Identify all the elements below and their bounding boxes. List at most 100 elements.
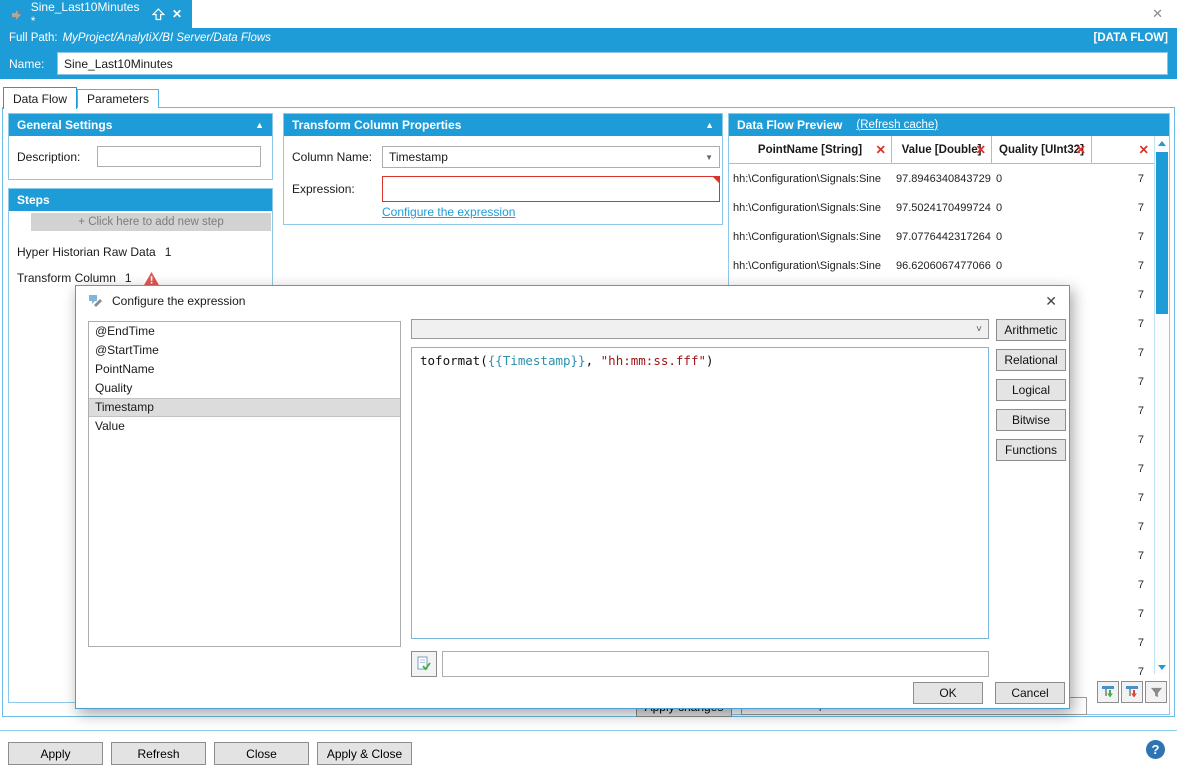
window-close-icon[interactable]: ✕ [1152,6,1163,22]
refresh-cache-link[interactable]: (Refresh cache) [856,119,938,131]
fields-list: @EndTime@StartTimePointNameQualityTimest… [88,321,401,647]
remove-column-icon[interactable]: ✕ [976,142,986,157]
configure-expression-icon [88,293,104,309]
expression-editor[interactable]: toformat({{Timestamp}}, "hh:mm:ss.fff") [411,347,989,639]
description-label: Description: [17,150,80,164]
expression-label: Expression: [292,182,355,196]
data-flow-preview-header: Data Flow Preview (Refresh cache) [729,114,1169,136]
name-bar: Name: [0,48,1177,79]
step-item[interactable]: Hyper Historian Raw Data1 [9,239,272,265]
cell-value: 96.6206067477066 [892,260,992,272]
table-row[interactable]: hh:\Configuration\Signals:Sine97.0776442… [729,222,1154,251]
navigate-up-icon[interactable] [152,8,165,21]
steps-list: Hyper Historian Raw Data1Transform Colum… [9,239,272,291]
table-row[interactable]: hh:\Configuration\Signals:Sine97.5024170… [729,193,1154,222]
remove-column-icon[interactable]: ✕ [1139,142,1149,157]
chevron-down-icon: ▼ [705,153,713,162]
description-row: Description: [9,136,272,180]
collapse-icon[interactable]: ▲ [705,120,714,130]
chevron-down-icon: ˅ [976,324,982,335]
tab-parameters[interactable]: Parameters [77,89,159,108]
cell-timestamp: 7 [1092,492,1154,504]
scrollbar-thumb[interactable] [1156,152,1168,314]
refresh-button[interactable]: Refresh [111,742,206,765]
add-step-button[interactable]: + Click here to add new step [31,213,271,231]
remove-column-icon[interactable]: ✕ [876,142,886,157]
column-header-label: Quality [UInt32] [999,144,1084,156]
dataflow-editor-window: Sine_Last10Minutes * ✕ ✕ Full Path: MyPr… [0,0,1177,771]
column-header: Value [Double]✕ [892,136,992,163]
steps-header: Steps [9,189,272,211]
apply-button[interactable]: Apply [8,742,103,765]
column-header: ✕ [1092,136,1154,163]
expression-result-input[interactable] [442,651,989,677]
cell-quality: 0 [992,260,1092,272]
table-row[interactable]: hh:\Configuration\Signals:Sine96.6206067… [729,251,1154,280]
preview-scrollbar[interactable] [1154,136,1169,674]
expression-field[interactable] [382,176,720,202]
cell-quality: 0 [992,231,1092,243]
field-list-item[interactable]: PointName [89,360,400,379]
transform-properties-panel: Transform Column Properties ▲ Column Nam… [283,113,723,225]
name-input[interactable] [57,52,1168,75]
configure-expression-dialog: Configure the expression ✕ @EndTime@Star… [75,285,1070,709]
field-list-item[interactable]: Value [89,417,400,436]
cell-quality: 0 [992,202,1092,214]
tab-close-icon[interactable]: ✕ [172,8,182,20]
document-tab[interactable]: Sine_Last10Minutes * ✕ [0,0,192,28]
field-list-item[interactable]: @StartTime [89,341,400,360]
description-input[interactable] [97,146,261,167]
column-name-value: Timestamp [389,150,448,164]
insert-column-button[interactable] [1097,681,1119,703]
operator-button-bitwise[interactable]: Bitwise [996,409,1066,431]
full-path-bar: Full Path: MyProject/AnalytiX/BI Server/… [0,28,1177,48]
remove-column-button[interactable] [1121,681,1143,703]
remove-column-icon[interactable]: ✕ [1076,142,1086,157]
apply-close-button[interactable]: Apply & Close [317,742,412,765]
step-index: 1 [165,245,172,259]
cell-pointname: hh:\Configuration\Signals:Sine [729,202,892,214]
table-row[interactable]: hh:\Configuration\Signals:Sine97.8946340… [729,164,1154,193]
cell-timestamp: 7 [1092,289,1154,301]
operator-button-functions[interactable]: Functions [996,439,1066,461]
cell-value: 97.8946340843729 [892,173,992,185]
close-button[interactable]: Close [214,742,309,765]
code-segment: toformat( [420,353,488,368]
cell-timestamp: 7 [1092,347,1154,359]
operator-button-arithmetic[interactable]: Arithmetic [996,319,1066,341]
cell-timestamp: 7 [1092,318,1154,330]
code-segment: ) [706,353,714,368]
cell-value: 97.0776442317264 [892,231,992,243]
operator-button-relational[interactable]: Relational [996,349,1066,371]
operator-button-logical[interactable]: Logical [996,379,1066,401]
configure-expression-link[interactable]: Configure the expression [382,205,515,219]
validate-expression-button[interactable] [411,651,437,677]
function-combobox[interactable]: ˅ [411,319,989,339]
filter-button[interactable] [1145,681,1167,703]
data-flow-preview-title: Data Flow Preview [737,118,842,132]
scroll-down-arrow[interactable] [1155,660,1169,674]
field-list-item[interactable]: @EndTime [89,322,400,341]
general-settings-header: General Settings ▲ [9,114,272,136]
steps-title: Steps [17,193,50,207]
cell-timestamp: 7 [1092,608,1154,620]
cell-pointname: hh:\Configuration\Signals:Sine [729,231,892,243]
cell-timestamp: 7 [1092,579,1154,591]
cell-pointname: hh:\Configuration\Signals:Sine [729,260,892,272]
column-name-combobox[interactable]: Timestamp ▼ [382,146,720,168]
preview-toolbar [1097,681,1167,703]
footer-buttons: Apply Refresh Close Apply & Close [8,742,412,765]
collapse-icon[interactable]: ▲ [255,120,264,130]
scroll-up-arrow[interactable] [1155,136,1169,150]
tab-data-flow[interactable]: Data Flow [3,87,77,109]
ok-button[interactable]: OK [913,682,983,704]
dialog-close-icon[interactable]: ✕ [1045,293,1057,310]
cell-timestamp: 7 [1092,231,1154,243]
insert-column-icon [1101,685,1115,699]
cancel-button[interactable]: Cancel [995,682,1065,704]
field-list-item[interactable]: Timestamp [89,398,400,417]
dialog-title-bar: Configure the expression ✕ [76,286,1069,316]
main-tab-strip: Data Flow Parameters [3,86,159,108]
field-list-item[interactable]: Quality [89,379,400,398]
help-icon[interactable]: ? [1146,740,1165,759]
